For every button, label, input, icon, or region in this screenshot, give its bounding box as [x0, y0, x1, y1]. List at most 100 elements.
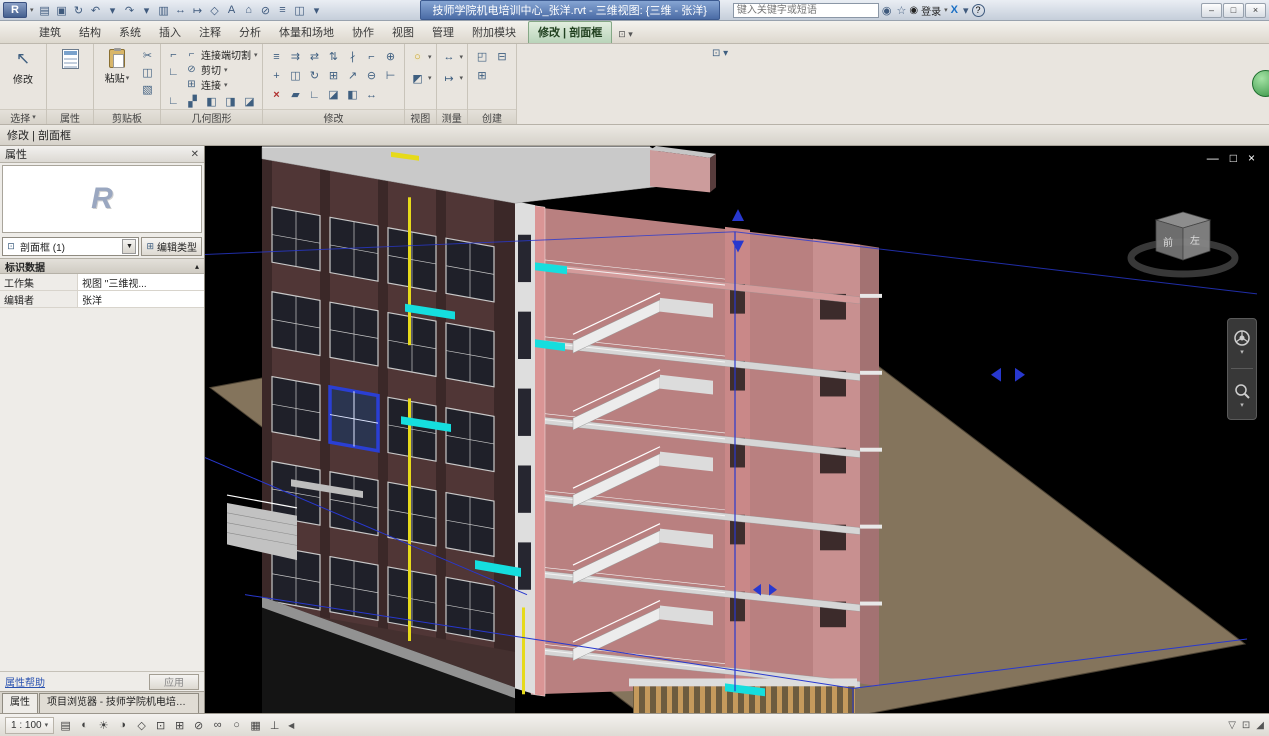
extend-icon[interactable]: ⊢ — [382, 68, 399, 84]
zoom-button[interactable]: ▾ — [1233, 382, 1251, 409]
tab-project-browser[interactable]: 项目浏览器 - 技师学院机电培训... — [39, 693, 199, 713]
ribbon-display-toggle-icon[interactable]: ⊡ ▾ — [618, 29, 633, 43]
ribbon-tab[interactable]: 管理 — [423, 22, 463, 43]
ribbon-tab[interactable]: 分析 — [230, 22, 270, 43]
move-icon[interactable]: + — [268, 68, 285, 84]
open-icon[interactable]: ▤ — [37, 3, 53, 18]
rotate-icon[interactable]: ↻ — [306, 68, 323, 84]
delete-icon[interactable]: × — [268, 87, 285, 103]
ribbon-tab[interactable]: 注释 — [190, 22, 230, 43]
cope-icon[interactable]: ⌐ — [165, 47, 182, 63]
viewcube[interactable]: 前 左 — [1126, 206, 1241, 290]
viewport-minimize-icon[interactable]: — — [1207, 152, 1219, 164]
copy-icon[interactable]: ◫ — [139, 64, 156, 80]
shadows-icon[interactable]: ◑ — [114, 717, 131, 734]
ribbon-tab[interactable]: 建筑 — [30, 22, 70, 43]
ribbon-tab[interactable]: 插入 — [150, 22, 190, 43]
collapse-section-icon[interactable]: ▴ — [195, 262, 199, 271]
property-row[interactable]: 工作集 视图 "三维视... — [0, 274, 204, 291]
qat-customize-icon[interactable]: ▾ — [309, 3, 325, 18]
exchange-apps-icon[interactable]: X — [951, 4, 958, 16]
close-icon[interactable]: ✕ — [191, 149, 199, 160]
wall-joins-icon[interactable]: ∟ — [165, 93, 182, 109]
temporary-view-properties-icon[interactable]: ▦ — [247, 717, 264, 734]
drag-select-toggle-icon[interactable]: ⊡ — [1242, 720, 1250, 731]
modify-button[interactable]: ↖ 修改 — [4, 47, 42, 86]
text-icon[interactable]: A — [224, 3, 240, 18]
sync-icon[interactable]: ↻ — [71, 3, 87, 18]
paint-icon[interactable]: ◧ — [344, 87, 361, 103]
3d-viewport[interactable]: —□× 前 左 — [205, 146, 1269, 713]
building-model[interactable] — [205, 146, 1269, 713]
show-constraints-icon[interactable]: ⊥ — [266, 717, 283, 734]
identity-data-section-header[interactable]: 标识数据 ▴ — [0, 258, 204, 274]
split-element-icon[interactable]: ∤ — [344, 49, 361, 65]
reveal-hidden-elements-icon[interactable]: ○ — [228, 717, 245, 734]
restore-button[interactable]: □ — [1223, 3, 1244, 18]
create-assembly-icon[interactable]: ⊟ — [494, 49, 511, 65]
tag-by-category-icon[interactable]: ◇ — [207, 3, 223, 18]
revit-app-button[interactable]: R — [3, 2, 27, 18]
minimize-button[interactable]: – — [1201, 3, 1222, 18]
detail-level-icon[interactable]: ▤ — [57, 717, 74, 734]
measure-icon[interactable]: ↔ — [173, 3, 189, 18]
cut-icon[interactable]: ✂ — [139, 47, 156, 63]
create-parts-icon[interactable]: ◰ — [474, 49, 491, 65]
properties-toggle-button[interactable] — [51, 47, 89, 69]
undo-dropdown-icon[interactable]: ▾ — [105, 3, 121, 18]
array-icon[interactable]: ⊞ — [325, 68, 342, 84]
visual-style-icon[interactable]: ◐ — [76, 717, 93, 734]
chevron-down-icon[interactable]: ▾ — [1240, 348, 1244, 356]
selection-filter-icon[interactable]: ▽ — [1228, 720, 1236, 731]
properties-help-link[interactable]: 属性帮助 — [5, 674, 45, 689]
section-icon[interactable]: ⊘ — [258, 3, 274, 18]
mirror-pick-axis-icon[interactable]: ⇄ — [306, 49, 323, 65]
corner-trim-icon[interactable]: ∟ — [306, 87, 323, 103]
redo-icon[interactable]: ↷ — [122, 3, 138, 18]
help-icon[interactable]: ? — [972, 4, 985, 17]
paste-button[interactable]: 粘贴▾ — [98, 47, 136, 85]
panel-label-select[interactable]: 选择▾ — [0, 109, 46, 124]
viewport-close-icon[interactable]: × — [1248, 152, 1255, 164]
ribbon-tab[interactable]: 附加模块 — [463, 22, 525, 43]
match-type-icon[interactable]: ▧ — [139, 81, 156, 97]
close-button[interactable]: × — [1245, 3, 1266, 18]
aligned-dimension-icon[interactable]: ↦ — [190, 3, 206, 18]
save-icon[interactable]: ▣ — [54, 3, 70, 18]
properties-palette-header[interactable]: 属性 ✕ — [0, 146, 204, 163]
split-face-icon[interactable]: ◪ — [241, 93, 258, 109]
help-dropdown-icon[interactable]: ▾ — [963, 4, 969, 17]
apply-coping-icon[interactable]: ∟ — [165, 64, 182, 80]
ribbon-tab[interactable]: 结构 — [70, 22, 110, 43]
offset-icon[interactable]: ⇉ — [287, 49, 304, 65]
sun-path-icon[interactable]: ☀ — [95, 717, 112, 734]
chevron-down-icon[interactable]: ▾ — [1240, 401, 1244, 409]
edit-type-button[interactable]: ⊞ 编辑类型 — [141, 237, 202, 256]
apply-button[interactable]: 应用 — [149, 674, 199, 690]
scale-control[interactable]: 1 : 100▾ — [5, 717, 54, 734]
favorites-star-icon[interactable]: ☆ — [897, 4, 907, 17]
tab-properties[interactable]: 属性 — [2, 693, 38, 713]
beam-coping-icon[interactable]: ▞ — [184, 93, 201, 109]
chevron-down-icon[interactable]: ▼ — [122, 239, 136, 254]
redo-dropdown-icon[interactable]: ▾ — [139, 3, 155, 18]
create-group-icon[interactable]: ⊞ — [474, 68, 491, 84]
property-row[interactable]: 编辑者 张洋 — [0, 291, 204, 308]
app-menu-caret-icon[interactable]: ▾ — [30, 6, 34, 14]
default-3d-view-icon[interactable]: ⌂ — [241, 3, 257, 18]
unlocked-view-icon[interactable]: ⊘ — [190, 717, 207, 734]
scale-icon[interactable]: ↗ — [344, 68, 361, 84]
rendering-dialog-icon[interactable]: ◇ — [133, 717, 150, 734]
contextual-tab-section-box[interactable]: 修改 | 剖面框 — [528, 21, 612, 43]
signin-button[interactable]: ◉ 登录 ▾ — [909, 3, 947, 18]
search-input[interactable] — [733, 3, 879, 18]
ribbon-tab[interactable]: 体量和场地 — [270, 22, 343, 43]
unpin-icon[interactable]: ⊖ — [363, 68, 380, 84]
crop-view-icon[interactable]: ⊡ — [152, 717, 169, 734]
switch-windows-icon[interactable]: ◫ — [292, 3, 308, 18]
ribbon-tab[interactable]: 协作 — [343, 22, 383, 43]
cut-button[interactable]: ⊘剪切▾ — [185, 62, 258, 77]
paint-icon[interactable]: ◧ — [203, 93, 220, 109]
search-submit-icon[interactable]: ◉ — [882, 4, 892, 17]
mirror-draw-axis-icon[interactable]: ⇅ — [325, 49, 342, 65]
